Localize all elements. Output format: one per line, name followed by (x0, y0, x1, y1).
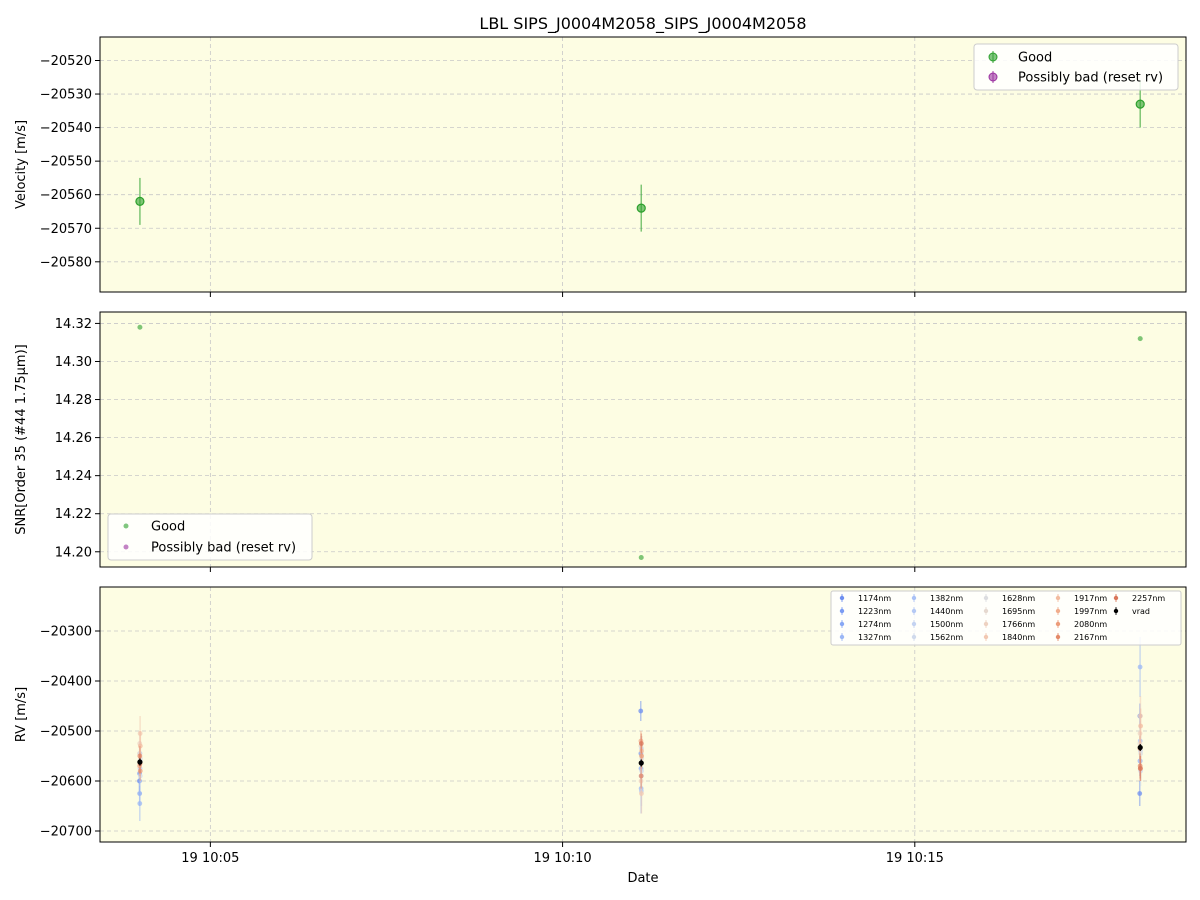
data-point (636, 203, 646, 213)
data-point (137, 801, 143, 806)
legend: Good Possibly bad (reset rv) (973, 43, 1179, 91)
data-point (638, 773, 644, 779)
legend-label: Possibly bad (reset rv) (151, 541, 296, 556)
legend-marker (1055, 595, 1061, 601)
legend-marker (988, 72, 998, 82)
legend-marker (839, 595, 845, 601)
legend: Good Possibly bad (reset rv) (107, 513, 313, 561)
legend-marker (839, 634, 845, 640)
legend-marker (983, 621, 989, 627)
y-axis-label: SNR[Order 35 (#44 1.75μm)] (14, 344, 29, 535)
data-point (638, 554, 644, 560)
legend-marker (911, 608, 917, 614)
data-point (638, 708, 644, 714)
data-point (1137, 664, 1143, 670)
y-axis-label: Velocity [m/s] (14, 120, 29, 209)
y-tick-label: −20550 (40, 155, 92, 170)
y-tick-label: −20530 (40, 88, 92, 103)
legend-marker (911, 634, 917, 640)
legend-label: 2257nm (1132, 594, 1165, 603)
chart-figure: −20520 −20530 −20540 −20550 −20560 −20570 −205… (14, 14, 1187, 886)
legend-label: 1174nm (858, 594, 891, 603)
y-tick-label: 14.28 (55, 393, 92, 408)
panel-1: −20520 −20530 −20540 −20550 −20560 −20570 −205… (14, 36, 1187, 297)
legend-marker (1055, 634, 1061, 640)
y-tick-label: −20700 (40, 825, 92, 840)
legend-label: Good (151, 520, 185, 535)
legend-label: 1223nm (858, 607, 891, 616)
legend-label: 1628nm (1002, 594, 1035, 603)
y-tick-label: 14.30 (55, 355, 92, 370)
y-tick-label: −20600 (40, 775, 92, 790)
legend-label: 1917nm (1074, 594, 1107, 603)
chart-title: LBL SIPS_J0004M2058_SIPS_J0004M2058 (479, 14, 806, 34)
data-point (1137, 336, 1143, 342)
legend-label: 2080nm (1074, 620, 1107, 629)
data-point (1137, 744, 1143, 751)
y-tick-label: 14.24 (55, 469, 92, 484)
panel-3: 19 10:05 19 10:10 19 10:15 −20300 −20400 −205… (14, 586, 1187, 866)
y-tick-label: −20520 (40, 54, 92, 69)
y-tick-label: −20580 (40, 255, 92, 270)
y-tick-label: 14.20 (55, 545, 92, 560)
legend-marker (123, 523, 129, 529)
legend-marker (988, 52, 998, 62)
legend-label: Possibly bad (reset rv) (1018, 71, 1163, 86)
legend-label: 1766nm (1002, 620, 1035, 629)
legend-marker (911, 595, 917, 601)
y-tick-label: −20400 (40, 675, 92, 690)
legend-marker (911, 621, 917, 627)
y-axis-label: RV [m/s] (14, 687, 29, 742)
y-tick-label: −20540 (40, 121, 92, 136)
y-tick-label: −20570 (40, 222, 92, 237)
data-point (1135, 99, 1145, 109)
legend-label: 1840nm (1002, 633, 1035, 642)
legend-label: 1382nm (930, 594, 963, 603)
legend-marker (983, 595, 989, 601)
legend-marker (123, 544, 129, 550)
data-point (1137, 791, 1143, 796)
data-point (137, 324, 143, 330)
x-tick-label: 19 10:05 (181, 851, 239, 866)
y-tick-label: 14.26 (55, 431, 92, 446)
legend-label: 1997nm (1074, 607, 1107, 616)
legend-marker (1113, 608, 1119, 614)
legend-label: Good (1018, 51, 1052, 66)
legend-marker (839, 608, 845, 614)
y-tick-label: −20560 (40, 188, 92, 203)
data-point (639, 753, 644, 759)
panel-2: 14.32 14.30 14.28 14.26 14.24 14.22 14.20 SNR[O… (14, 311, 1187, 572)
legend-marker (983, 634, 989, 640)
legend-label: 1327nm (858, 633, 891, 642)
x-tick-label: 19 10:15 (886, 851, 944, 866)
legend-label: 1440nm (930, 607, 963, 616)
legend-label: vrad (1132, 607, 1150, 616)
data-point (639, 791, 644, 796)
x-axis-label: Date (627, 871, 658, 886)
legend-marker (1055, 608, 1061, 614)
legend-marker (1113, 595, 1119, 601)
y-tick-label: −20500 (40, 725, 92, 740)
data-point (1137, 766, 1143, 771)
y-tick-label: 14.32 (55, 317, 92, 332)
legend-label: 1695nm (1002, 607, 1035, 616)
x-tick-label: 19 10:10 (534, 851, 592, 866)
legend-marker (1055, 621, 1061, 627)
y-tick-label: −20300 (40, 625, 92, 640)
data-point (638, 741, 644, 746)
legend: 1174nm 1223nm 1274nm 1327nm 1382nm 1440nm 1500… (830, 590, 1182, 646)
y-tick-label: 14.22 (55, 507, 92, 522)
legend-marker (983, 608, 989, 614)
legend-label: 1274nm (858, 620, 891, 629)
data-point (135, 196, 145, 207)
legend-label: 2167nm (1074, 633, 1107, 642)
legend-label: 1500nm (930, 620, 963, 629)
legend-label: 1562nm (930, 633, 963, 642)
data-point (137, 759, 143, 765)
data-point (1138, 723, 1144, 729)
legend-marker (839, 621, 845, 627)
data-point (638, 760, 644, 766)
